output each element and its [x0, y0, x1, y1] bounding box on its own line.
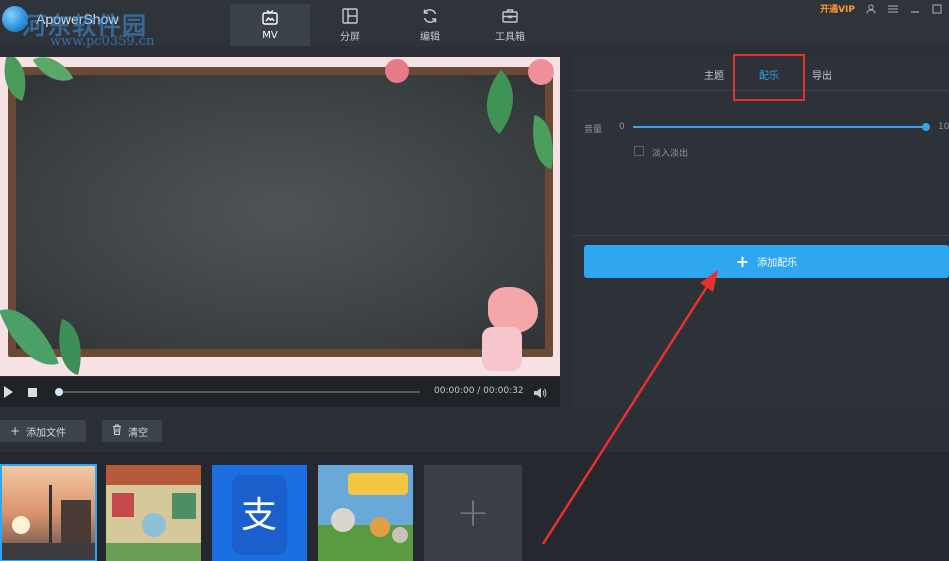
nav-mv[interactable]: MV: [230, 4, 310, 46]
media-thumbnail[interactable]: [318, 465, 413, 561]
tab-theme[interactable]: 主题: [704, 67, 724, 82]
main-nav: MV 分屏 编辑 工具箱: [230, 4, 550, 46]
media-thumbnail[interactable]: [106, 465, 201, 561]
add-music-button[interactable]: + 添加配乐: [584, 245, 949, 278]
clear-label: 清空: [128, 427, 148, 439]
add-media-tile[interactable]: +: [424, 465, 522, 561]
clear-button[interactable]: 清空: [102, 420, 162, 442]
menu-icon[interactable]: [887, 3, 899, 15]
fade-checkbox[interactable]: [634, 146, 644, 156]
toolbox-icon: [502, 9, 518, 23]
user-icon[interactable]: [865, 3, 877, 15]
media-strip: 支 +: [0, 452, 949, 561]
time-display: 00:00:00 / 00:00:32: [434, 386, 524, 396]
volume-min-label: 0: [619, 122, 625, 132]
nav-split-screen-label: 分屏: [340, 32, 360, 43]
svg-text:支: 支: [241, 495, 277, 536]
nav-toolbox[interactable]: 工具箱: [470, 4, 550, 46]
fade-label: 淡入淡出: [652, 149, 689, 159]
nav-edit-label: 编辑: [420, 32, 440, 43]
flower-decoration: [528, 59, 554, 85]
vip-link[interactable]: 开通VIP: [820, 2, 855, 15]
stop-icon[interactable]: [28, 387, 37, 397]
plus-icon: +: [735, 252, 750, 271]
chalkboard: [16, 75, 545, 349]
volume-slider[interactable]: [633, 123, 930, 131]
tab-export[interactable]: 导出: [812, 67, 832, 82]
progress-knob[interactable]: [55, 388, 63, 396]
video-preview: [0, 57, 560, 376]
watermark-url: www.pc0359.cn: [50, 34, 155, 49]
media-thumbnail[interactable]: 支: [212, 465, 307, 561]
player-controls: 00:00:00 / 00:00:32: [0, 377, 560, 407]
bouquet-wrap: [482, 327, 522, 371]
volume-max-label: 10: [938, 122, 949, 132]
minimize-icon[interactable]: [909, 3, 921, 15]
volume-icon[interactable]: [533, 385, 547, 399]
flower-decoration: [385, 59, 409, 83]
plus-icon: +: [10, 424, 21, 438]
window-controls: 开通VIP: [820, 2, 943, 15]
volume-slider-knob[interactable]: [922, 123, 930, 131]
plus-icon: +: [456, 490, 490, 536]
add-music-label: 添加配乐: [757, 258, 798, 269]
nav-split-screen[interactable]: 分屏: [310, 4, 390, 46]
tv-icon: [262, 9, 278, 25]
play-icon[interactable]: [4, 386, 13, 398]
add-file-label: 添加文件: [26, 427, 67, 439]
nav-mv-label: MV: [262, 30, 278, 41]
volume-label: 音量: [584, 125, 603, 135]
settings-panel: 主题 配乐 导出 音量 0 10 淡入淡出: [572, 57, 949, 407]
chalkboard-frame: [8, 67, 553, 357]
refresh-icon: [423, 9, 437, 23]
nav-toolbox-label: 工具箱: [495, 32, 525, 43]
split-screen-icon: [342, 8, 358, 24]
nav-edit[interactable]: 编辑: [390, 4, 470, 46]
add-file-button[interactable]: + 添加文件: [0, 420, 86, 442]
trash-icon: [112, 424, 122, 438]
progress-bar[interactable]: [55, 388, 420, 396]
maximize-icon[interactable]: [931, 3, 943, 15]
tab-highlight-annotation: [733, 54, 805, 101]
panel-divider: [572, 235, 949, 236]
title-bar: ApowerShow 河东软件园 www.pc0359.cn MV 分屏 编辑 …: [0, 0, 949, 49]
media-thumbnail[interactable]: [0, 464, 97, 561]
